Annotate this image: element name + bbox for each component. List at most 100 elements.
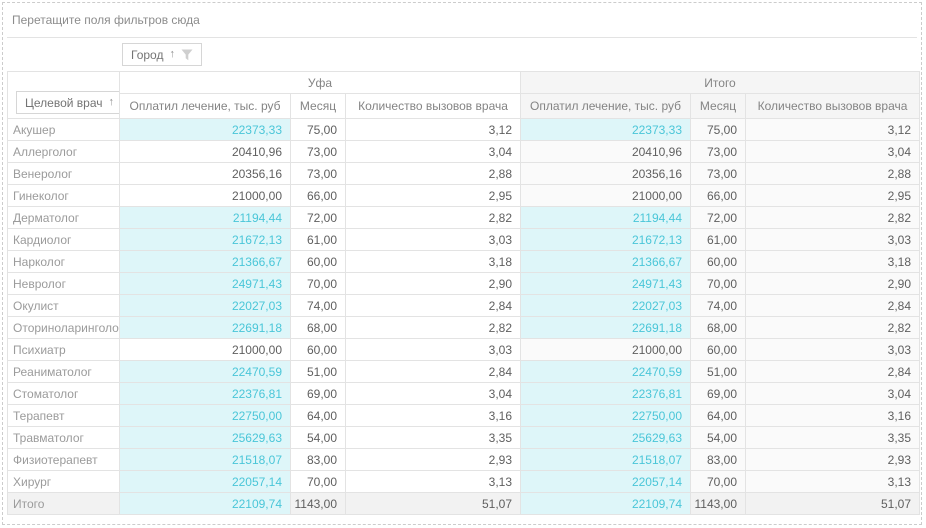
cell-total-paid: 21000,00 (521, 339, 691, 361)
cell-ufa-calls: 3,12 (346, 119, 521, 141)
cell-ufa-month: 60,00 (291, 251, 346, 273)
cell-total-month: 73,00 (691, 163, 746, 185)
table-row: Венеролог 20356,16 73,00 2,88 20356,16 7… (8, 163, 920, 185)
sort-asc-icon: ↑ (169, 49, 175, 60)
table-row: Хирург 22057,14 70,00 3,13 22057,14 70,0… (8, 471, 920, 493)
row-header-doctor: Акушер (8, 119, 120, 141)
column-field-button-city[interactable]: Город ↑ (122, 43, 202, 66)
cell-ufa-paid: 22376,81 (120, 383, 291, 405)
cell-ufa-paid: 24971,43 (120, 273, 291, 295)
cell-ufa-month: 73,00 (291, 163, 346, 185)
cell-ufa-paid: 22373,33 (120, 119, 291, 141)
cell-total-month: 69,00 (691, 383, 746, 405)
table-row: Невролог 24971,43 70,00 2,90 24971,43 70… (8, 273, 920, 295)
cell-ufa-paid: 22750,00 (120, 405, 291, 427)
row-header-doctor: Нарколог (8, 251, 120, 273)
cell-total-month: 64,00 (691, 405, 746, 427)
cell-total-paid: 21518,07 (521, 449, 691, 471)
filter-fields-drop-area[interactable]: Перетащите поля фильтров сюда (7, 3, 917, 38)
cell-total-paid: 25629,63 (521, 427, 691, 449)
row-header-doctor: Хирург (8, 471, 120, 493)
cell-total-paid: 21194,44 (521, 207, 691, 229)
table-row: Акушер 22373,33 75,00 3,12 22373,33 75,0… (8, 119, 920, 141)
cell-ufa-month: 70,00 (291, 471, 346, 493)
cell-total-paid: 22027,03 (521, 295, 691, 317)
cell-ufa-paid: 21194,44 (120, 207, 291, 229)
filter-fields-placeholder: Перетащите поля фильтров сюда (12, 13, 200, 27)
cell-ufa-calls: 2,82 (346, 317, 521, 339)
cell-total-paid: 22057,14 (521, 471, 691, 493)
cell-ufa-calls: 3,13 (346, 471, 521, 493)
cell-ufa-calls: 2,88 (346, 163, 521, 185)
cell-ufa-month: 54,00 (291, 427, 346, 449)
cell-total-month: 54,00 (691, 427, 746, 449)
row-header-doctor: Аллерголог (8, 141, 120, 163)
cell-ufa-calls: 2,93 (346, 449, 521, 471)
table-row: Физиотерапевт 21518,07 83,00 2,93 21518,… (8, 449, 920, 471)
sort-asc-icon: ↑ (109, 97, 115, 108)
cell-total-calls: 2,82 (746, 317, 920, 339)
row-field-button-target-doctor[interactable]: Целевой врач ↑ (16, 91, 120, 114)
pivot-table: Целевой врач ↑ Уфа Итого Оплатил лечение… (7, 71, 920, 515)
cell-ufa-paid: 25629,63 (120, 427, 291, 449)
cell-ufa-calls: 2,84 (346, 361, 521, 383)
cell-total-calls: 3,13 (746, 471, 920, 493)
measure-header-calls: Количество вызовов врача (346, 94, 521, 119)
cell-total-month: 73,00 (691, 141, 746, 163)
row-header-doctor: Психиатр (8, 339, 120, 361)
cell-total-month: 60,00 (691, 251, 746, 273)
cell-total-calls: 3,16 (746, 405, 920, 427)
table-row: Окулист 22027,03 74,00 2,84 22027,03 74,… (8, 295, 920, 317)
column-group-header-ufa: Уфа (120, 72, 521, 94)
cell-ufa-month: 83,00 (291, 449, 346, 471)
cell-ufa-month: 74,00 (291, 295, 346, 317)
cell-ufa-calls: 2,84 (346, 295, 521, 317)
cell-total-month: 1143,00 (691, 493, 746, 515)
table-row: Нарколог 21366,67 60,00 3,18 21366,67 60… (8, 251, 920, 273)
cell-total-paid: 22750,00 (521, 405, 691, 427)
cell-total-calls: 2,84 (746, 295, 920, 317)
column-group-header-total: Итого (521, 72, 920, 94)
cell-total-paid: 21366,67 (521, 251, 691, 273)
cell-ufa-paid: 22057,14 (120, 471, 291, 493)
table-row: Аллерголог 20410,96 73,00 3,04 20410,96 … (8, 141, 920, 163)
cell-total-calls: 2,95 (746, 185, 920, 207)
cell-total-month: 70,00 (691, 273, 746, 295)
cell-ufa-month: 72,00 (291, 207, 346, 229)
pivot-grid: Перетащите поля фильтров сюда Город ↑ Це… (2, 2, 922, 525)
table-row: Дерматолог 21194,44 72,00 2,82 21194,44 … (8, 207, 920, 229)
cell-total-calls: 3,18 (746, 251, 920, 273)
filter-funnel-icon[interactable] (181, 49, 193, 61)
cell-total-paid: 21000,00 (521, 185, 691, 207)
measure-header-paid: Оплатил лечение, тыс. руб (120, 94, 291, 119)
cell-total-calls: 3,12 (746, 119, 920, 141)
cell-total-calls: 2,88 (746, 163, 920, 185)
table-row: Кардиолог 21672,13 61,00 3,03 21672,13 6… (8, 229, 920, 251)
row-header-doctor: Травматолог (8, 427, 120, 449)
row-field-label: Целевой врач (25, 96, 103, 110)
cell-ufa-paid: 22109,74 (120, 493, 291, 515)
table-row: Итого 22109,74 1143,00 51,07 22109,74 11… (8, 493, 920, 515)
cell-ufa-month: 68,00 (291, 317, 346, 339)
cell-total-month: 74,00 (691, 295, 746, 317)
row-header-doctor: Терапевт (8, 405, 120, 427)
cell-ufa-paid: 21000,00 (120, 185, 291, 207)
table-row: Травматолог 25629,63 54,00 3,35 25629,63… (8, 427, 920, 449)
cell-ufa-month: 66,00 (291, 185, 346, 207)
cell-total-month: 75,00 (691, 119, 746, 141)
row-header-doctor: Дерматолог (8, 207, 120, 229)
cell-total-paid: 20410,96 (521, 141, 691, 163)
cell-total-paid: 22109,74 (521, 493, 691, 515)
row-header-doctor: Оториноларинголог (8, 317, 120, 339)
cell-ufa-paid: 21672,13 (120, 229, 291, 251)
measure-header-calls-total: Количество вызовов врача (746, 94, 920, 119)
cell-ufa-calls: 3,04 (346, 141, 521, 163)
row-header-doctor: Венеролог (8, 163, 120, 185)
cell-total-month: 83,00 (691, 449, 746, 471)
cell-ufa-calls: 2,95 (346, 185, 521, 207)
table-row: Гинеколог 21000,00 66,00 2,95 21000,00 6… (8, 185, 920, 207)
cell-ufa-paid: 22691,18 (120, 317, 291, 339)
measure-header-month-total: Месяц (691, 94, 746, 119)
row-header-doctor: Физиотерапевт (8, 449, 120, 471)
table-row: Реаниматолог 22470,59 51,00 2,84 22470,5… (8, 361, 920, 383)
